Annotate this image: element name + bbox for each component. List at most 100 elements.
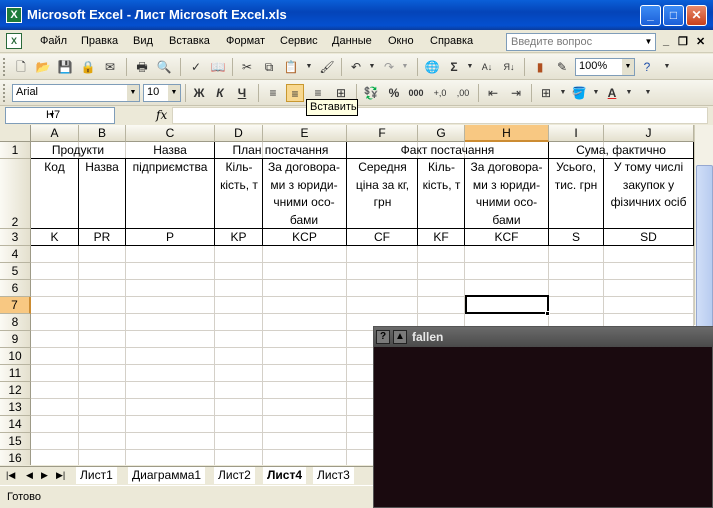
chevron-down-icon[interactable]: ▼: [622, 59, 634, 75]
row-header-3[interactable]: 3: [0, 229, 31, 246]
cell-j2[interactable]: У тому числі закупок у фізичних осіб: [605, 159, 692, 228]
redo-dropdown-icon[interactable]: ▼: [396, 58, 414, 76]
format-painter-icon[interactable]: 🖌: [318, 58, 336, 76]
row-header-6[interactable]: 6: [0, 280, 31, 297]
zoom-select[interactable]: 100% ▼: [575, 58, 635, 76]
row-header-13[interactable]: 13: [0, 399, 31, 416]
close-button[interactable]: ✕: [686, 5, 707, 26]
ask-question-input[interactable]: Введите вопрос ▼: [506, 33, 656, 51]
align-center-icon[interactable]: ≡: [286, 84, 304, 102]
menu-insert[interactable]: Вставка: [169, 35, 210, 47]
row-header-2[interactable]: 2: [0, 159, 31, 229]
print-preview-icon[interactable]: 🔍: [155, 58, 173, 76]
col-header-g[interactable]: G: [418, 125, 465, 142]
cell-a1-products[interactable]: Продукти: [31, 142, 125, 158]
cell-f1-fact[interactable]: Факт постачання: [347, 142, 548, 158]
save-icon[interactable]: 💾: [56, 58, 74, 76]
menu-window[interactable]: Окно: [388, 35, 414, 47]
font-color-dropdown-icon[interactable]: ▼: [620, 84, 638, 102]
toolbar-options-icon[interactable]: ▼: [658, 58, 676, 76]
cut-icon[interactable]: ✂: [238, 58, 256, 76]
open-icon[interactable]: 📂: [34, 58, 52, 76]
terminal-title-bar[interactable]: ? ▲ fallen: [374, 327, 713, 347]
undo-dropdown-icon[interactable]: ▼: [363, 58, 381, 76]
bold-button[interactable]: Ж: [190, 84, 208, 102]
mdi-minimize-button[interactable]: _: [663, 35, 669, 47]
name-box[interactable]: H7 ▼: [5, 107, 115, 124]
toolbar-options-icon[interactable]: ▼: [639, 84, 657, 102]
maximize-button[interactable]: □: [663, 5, 684, 26]
row-header-11[interactable]: 11: [0, 365, 31, 382]
cell-e2[interactable]: За договора-ми з юриди-чними осо-бами: [264, 159, 344, 228]
drawing-icon[interactable]: ✎: [553, 58, 571, 76]
cell-f2[interactable]: Середня ціна за кг, грн: [349, 159, 416, 228]
menu-file[interactable]: Файл: [40, 35, 67, 47]
terminal-window[interactable]: ? ▲ fallen: [373, 326, 713, 508]
chevron-down-icon[interactable]: ▼: [46, 108, 58, 123]
new-icon[interactable]: 🗋: [12, 58, 30, 76]
row-header-1[interactable]: 1: [0, 142, 31, 159]
row-header-4[interactable]: 4: [0, 246, 31, 263]
paste-icon[interactable]: 📋: [282, 58, 300, 76]
toolbar-grip[interactable]: [3, 84, 6, 102]
chart-wizard-icon[interactable]: ▮: [531, 58, 549, 76]
first-sheet-icon[interactable]: |◀: [6, 470, 15, 481]
percent-button[interactable]: %: [385, 84, 403, 102]
currency-icon[interactable]: 💱: [362, 84, 380, 102]
col-header-c[interactable]: C: [126, 125, 215, 142]
align-left-icon[interactable]: ≡: [264, 84, 282, 102]
excel-app-icon[interactable]: X: [6, 7, 22, 23]
row-header-8[interactable]: 8: [0, 314, 31, 331]
row-header-7[interactable]: 7: [0, 297, 31, 314]
borders-icon[interactable]: ⊞: [537, 84, 555, 102]
cell-c2[interactable]: підприємства: [126, 159, 214, 228]
row-header-15[interactable]: 15: [0, 433, 31, 450]
cell-b2[interactable]: Назва: [79, 159, 125, 228]
col-header-e[interactable]: E: [263, 125, 347, 142]
col-header-a[interactable]: A: [31, 125, 79, 142]
spelling-icon[interactable]: ✓: [187, 58, 205, 76]
cell-a3[interactable]: K: [31, 229, 78, 245]
fill-color-icon[interactable]: 🪣: [570, 84, 588, 102]
copy-icon[interactable]: ⧉: [260, 58, 278, 76]
font-color-icon[interactable]: A: [603, 84, 621, 102]
cell-i2[interactable]: Усього, тис. грн: [550, 159, 602, 228]
mdi-close-button[interactable]: ✕: [696, 35, 705, 48]
cell-f3[interactable]: CF: [347, 229, 417, 245]
mdi-restore-button[interactable]: ❐: [678, 35, 688, 48]
cell-a2[interactable]: Код: [31, 159, 78, 228]
sort-ascending-icon[interactable]: A↓: [478, 58, 496, 76]
cell-d2[interactable]: Кіль-кість, т: [217, 159, 261, 228]
row-header-12[interactable]: 12: [0, 382, 31, 399]
sheet-tab-list4[interactable]: Лист4: [263, 467, 307, 484]
sort-descending-icon[interactable]: Я↓: [500, 58, 518, 76]
cell-h2[interactable]: За договора-ми з юриди-чними осо-бами: [466, 159, 547, 228]
col-header-d[interactable]: D: [215, 125, 263, 142]
email-icon[interactable]: ✉: [101, 58, 119, 76]
insert-function-icon[interactable]: fx: [156, 108, 167, 122]
prev-sheet-icon[interactable]: ◀: [26, 470, 33, 481]
decrease-indent-icon[interactable]: ⇤: [484, 84, 502, 102]
minimize-button[interactable]: _: [640, 5, 661, 26]
cell-g3[interactable]: KF: [418, 229, 464, 245]
italic-button[interactable]: К: [211, 84, 229, 102]
chevron-down-icon[interactable]: ▼: [127, 85, 139, 101]
hyperlink-icon[interactable]: 🌐: [423, 58, 441, 76]
decrease-decimal-button[interactable]: ,00: [454, 84, 472, 102]
cell-g2[interactable]: Кіль-кість, т: [420, 159, 463, 228]
cell-i3[interactable]: S: [549, 229, 603, 245]
thousands-button[interactable]: 000: [407, 84, 425, 102]
workbook-icon[interactable]: X: [6, 33, 22, 49]
col-header-h[interactable]: H: [465, 125, 549, 142]
permission-icon[interactable]: 🔒: [79, 58, 97, 76]
menu-tools[interactable]: Сервис: [280, 35, 318, 47]
sheet-tab-list2[interactable]: Лист2: [214, 467, 255, 484]
row-header-10[interactable]: 10: [0, 348, 31, 365]
formula-input[interactable]: [172, 107, 708, 124]
sheet-tab-list3[interactable]: Лист3: [313, 467, 354, 484]
menu-help[interactable]: Справка: [430, 35, 473, 47]
select-all-corner[interactable]: [0, 125, 31, 142]
sheet-tab-chart1[interactable]: Диаграмма1: [128, 467, 206, 484]
menu-edit[interactable]: Правка: [81, 35, 118, 47]
menu-view[interactable]: Вид: [133, 35, 153, 47]
